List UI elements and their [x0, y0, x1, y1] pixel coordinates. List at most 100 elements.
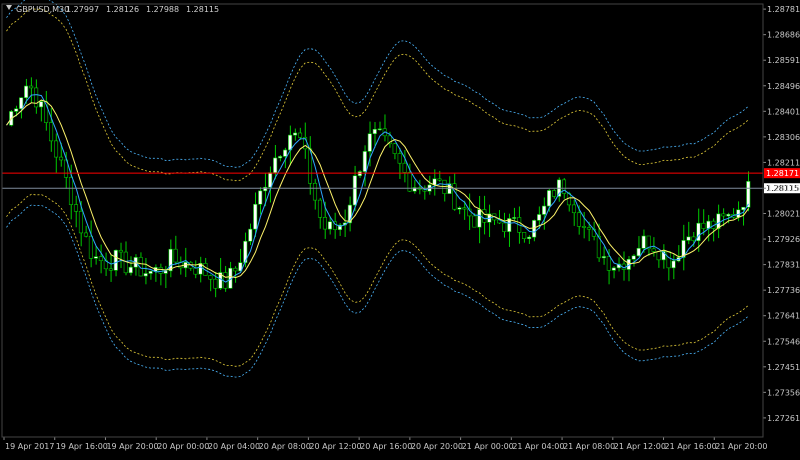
close-value: 1.28115 [186, 5, 219, 14]
candle-body [532, 220, 537, 238]
candle-body [24, 85, 29, 98]
chart-background [0, 0, 800, 456]
candle-body [691, 236, 696, 242]
x-tick-label: 21 Apr 04:00 [512, 442, 564, 451]
candle-body [128, 266, 133, 274]
candle-body [402, 162, 407, 173]
y-tick-label: 1.28306 [767, 133, 800, 142]
y-tick-label: 1.28686 [767, 31, 800, 40]
candle-body [293, 132, 298, 136]
price-chart[interactable]: 1.28171 1.28115 1.28781 1.28686 1.28591 1.28… [0, 0, 800, 456]
y-tick-label: 1.28496 [767, 82, 800, 91]
candle-body [482, 209, 487, 223]
candle-body [253, 203, 258, 230]
x-tick-label: 21 Apr 16:00 [665, 442, 717, 451]
candle-body [636, 247, 641, 257]
y-tick-label: 1.27356 [767, 388, 800, 397]
candle-body [547, 190, 552, 207]
y-tick-label: 1.27451 [767, 363, 800, 372]
candle-body [651, 248, 656, 252]
candle-body [118, 249, 123, 253]
candle-body [278, 156, 283, 159]
low-value: 1.27988 [146, 5, 179, 14]
candle-body [741, 206, 746, 211]
candle-body [327, 221, 332, 230]
candle-body [512, 217, 517, 219]
candle-body [367, 133, 372, 152]
candle-body [656, 251, 661, 261]
candle-body [148, 270, 153, 274]
x-tick-label: 20 Apr 12:00 [309, 442, 361, 451]
chart-header: GBPUSD,M30 1.27997 1.28126 1.27988 1.281… [6, 5, 219, 14]
candle-body [611, 267, 616, 271]
y-tick-label: 1.27546 [767, 337, 800, 346]
candle-body [58, 156, 64, 161]
x-tick-label: 20 Apr 20:00 [411, 442, 463, 451]
y-tick-label: 1.28781 [767, 5, 800, 14]
x-tick-label: 20 Apr 16:00 [360, 442, 412, 451]
y-tick-label: 1.28021 [767, 210, 800, 219]
candle-body [352, 175, 357, 206]
candle-body [83, 232, 88, 237]
candle-body [93, 256, 98, 259]
red-level-label: 1.28171 [766, 169, 799, 178]
candle-body [601, 256, 606, 259]
candle-body [68, 177, 74, 205]
candle-body [392, 143, 397, 154]
candle-body [73, 204, 79, 212]
candle-body [457, 207, 462, 210]
x-tick-label: 20 Apr 00:00 [157, 442, 209, 451]
symbol-label: GBPUSD,M30 [16, 5, 69, 14]
candle-body [666, 251, 671, 269]
candle-body [397, 153, 402, 164]
x-tick-label: 20 Apr 04:00 [208, 442, 260, 451]
candle-body [437, 178, 442, 181]
candle-body [686, 236, 691, 241]
candle-body [721, 213, 726, 217]
candle-body [108, 268, 113, 271]
y-tick-label: 1.27641 [767, 312, 800, 321]
candle-body [19, 97, 24, 110]
candle-body [168, 248, 173, 272]
x-tick-label: 21 Apr 08:00 [563, 442, 615, 451]
candle-body [726, 213, 731, 217]
candle-body [527, 236, 532, 240]
candle-body [208, 275, 213, 280]
candle-body [716, 213, 721, 229]
high-value: 1.28126 [106, 5, 139, 14]
candle-body [631, 255, 636, 260]
candle-body [372, 128, 377, 135]
candle-body [746, 181, 751, 208]
candle-body [288, 134, 293, 151]
candle-body [312, 182, 318, 201]
candle-body [322, 216, 328, 230]
candle-body [542, 205, 547, 215]
candle-body [671, 260, 676, 269]
candle-body [88, 235, 93, 259]
candle-body [283, 149, 288, 157]
y-tick-label: 1.27926 [767, 235, 800, 244]
candle-body [258, 190, 263, 205]
candle-body [34, 87, 39, 108]
candle-body [29, 85, 34, 89]
candle-body [477, 209, 482, 228]
y-tick-label: 1.28401 [767, 107, 800, 116]
candle-body [49, 122, 54, 142]
candle-body [586, 227, 591, 230]
candle-body [78, 210, 83, 234]
candle-body [268, 172, 273, 188]
candle-body [522, 232, 527, 240]
candle-body [537, 214, 542, 221]
candle-body [606, 256, 611, 271]
candle-body [158, 267, 163, 274]
candle-body [223, 272, 228, 289]
y-tick-label: 1.27736 [767, 286, 800, 295]
candle-body [39, 101, 44, 108]
x-tick-label: 19 Apr 20:00 [106, 442, 158, 451]
x-tick-label: 20 Apr 08:00 [259, 442, 311, 451]
candle-body [581, 226, 586, 228]
candle-body [576, 212, 581, 227]
candle-body [641, 235, 646, 249]
candle-body [571, 204, 576, 214]
chart-window[interactable]: 1.28171 1.28115 1.28781 1.28686 1.28591 1.28… [0, 0, 800, 456]
